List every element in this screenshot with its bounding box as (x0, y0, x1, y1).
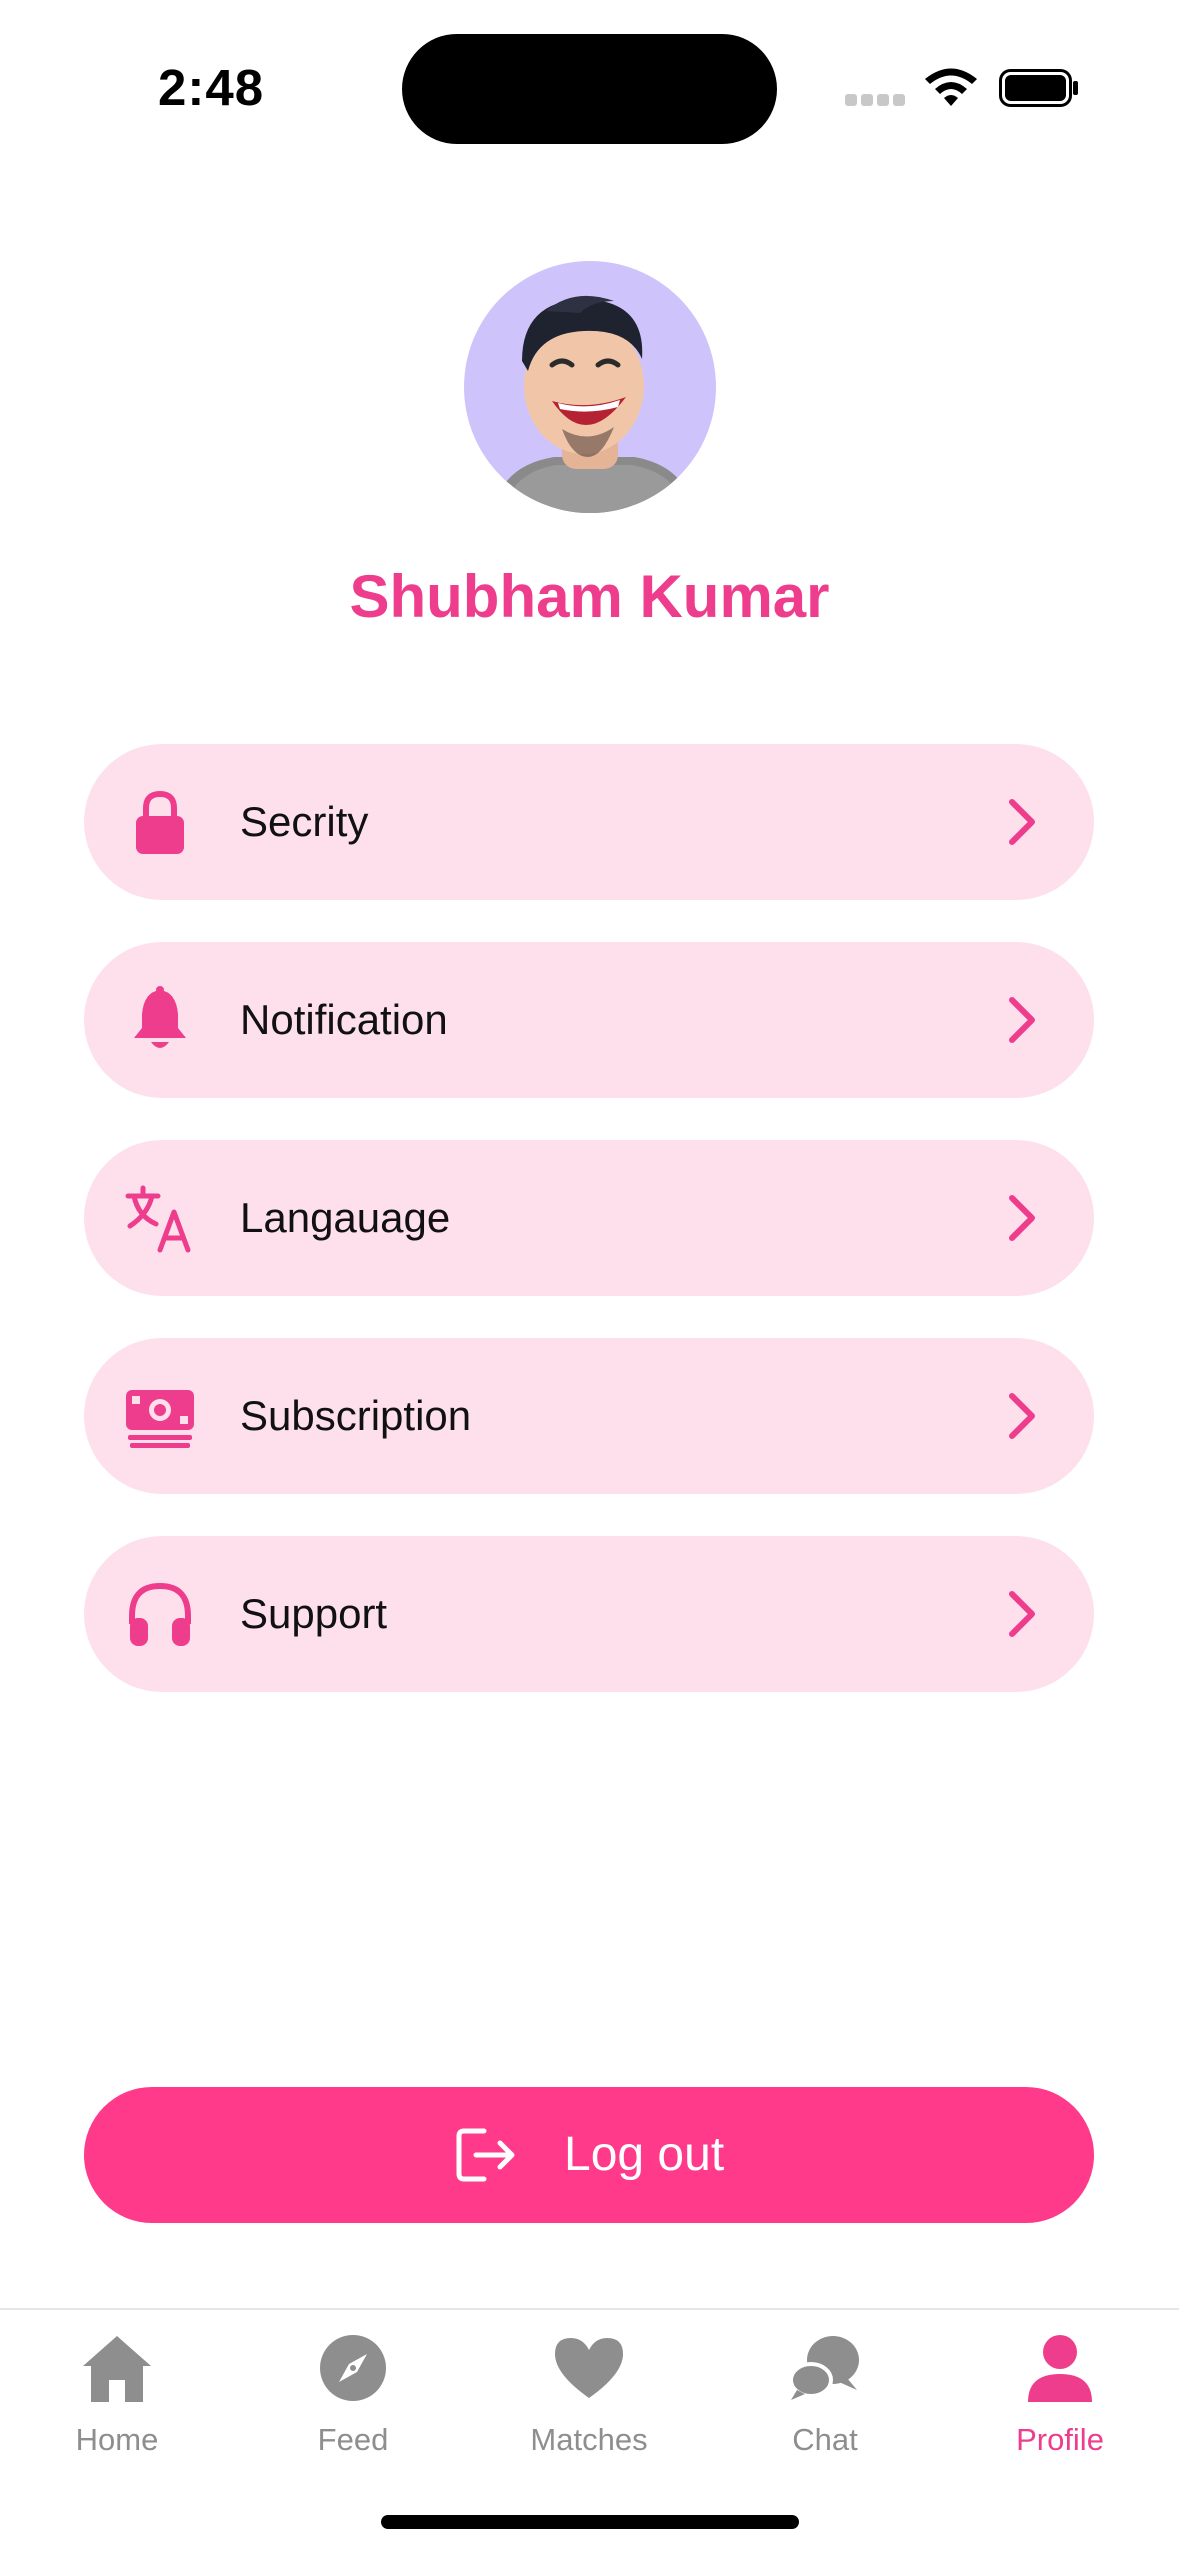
profile-name: Shubham Kumar (349, 563, 830, 630)
tab-label: Profile (1016, 2422, 1104, 2457)
menu-item-language[interactable]: Langauage (84, 1140, 1094, 1296)
menu-item-security[interactable]: Secrity (84, 744, 1094, 900)
menu-item-label: Secrity (240, 798, 369, 845)
logout-label: Log out (564, 2128, 725, 2181)
heart-icon (555, 2338, 623, 2398)
tab-label: Feed (317, 2422, 389, 2457)
chevron-right-icon (1009, 997, 1035, 1043)
chat-bubbles-icon (789, 2336, 859, 2400)
menu-item-label: Subscription (240, 1392, 472, 1439)
wifi-icon (925, 68, 977, 106)
tab-chat[interactable]: Chat (725, 2310, 925, 2510)
lock-icon (136, 790, 184, 854)
headphones-icon (129, 1582, 191, 1646)
menu-item-subscription[interactable]: Subscription (84, 1338, 1094, 1494)
tab-label: Matches (530, 2422, 648, 2457)
compass-icon (320, 2335, 386, 2401)
menu-item-label: Notification (240, 996, 448, 1043)
dynamic-island (402, 34, 777, 144)
menu-item-notification[interactable]: Notification (84, 942, 1094, 1098)
tab-feed[interactable]: Feed (253, 2310, 453, 2510)
bell-icon (134, 986, 186, 1048)
tab-label: Home (75, 2422, 159, 2457)
chevron-right-icon (1009, 1393, 1035, 1439)
logout-icon (456, 2128, 515, 2182)
menu-item-label: Langauage (240, 1194, 451, 1241)
menu-item-label: Support (240, 1590, 388, 1637)
tab-label: Chat (792, 2422, 858, 2457)
chevron-right-icon (1009, 1591, 1035, 1637)
cellular-signal-icon (845, 94, 905, 106)
status-time: 2:48 (158, 59, 265, 116)
menu-item-support[interactable]: Support (84, 1536, 1094, 1692)
chevron-right-icon (1009, 799, 1035, 845)
tab-matches[interactable]: Matches (489, 2310, 689, 2510)
home-icon (83, 2336, 151, 2402)
translate-icon (125, 1185, 191, 1253)
profile-screen: 2:48 Shubham Kumar Secrity Notification … (0, 0, 1179, 2556)
chevron-right-icon (1009, 1195, 1035, 1241)
avatar[interactable] (464, 261, 716, 513)
money-icon (126, 1390, 194, 1448)
logout-button[interactable]: Log out (84, 2087, 1094, 2223)
person-icon (1028, 2335, 1092, 2402)
tab-home[interactable]: Home (17, 2310, 217, 2510)
home-indicator[interactable] (381, 2515, 799, 2529)
memoji-avatar-icon (494, 295, 694, 513)
tab-profile[interactable]: Profile (960, 2310, 1160, 2510)
battery-icon (999, 69, 1078, 107)
